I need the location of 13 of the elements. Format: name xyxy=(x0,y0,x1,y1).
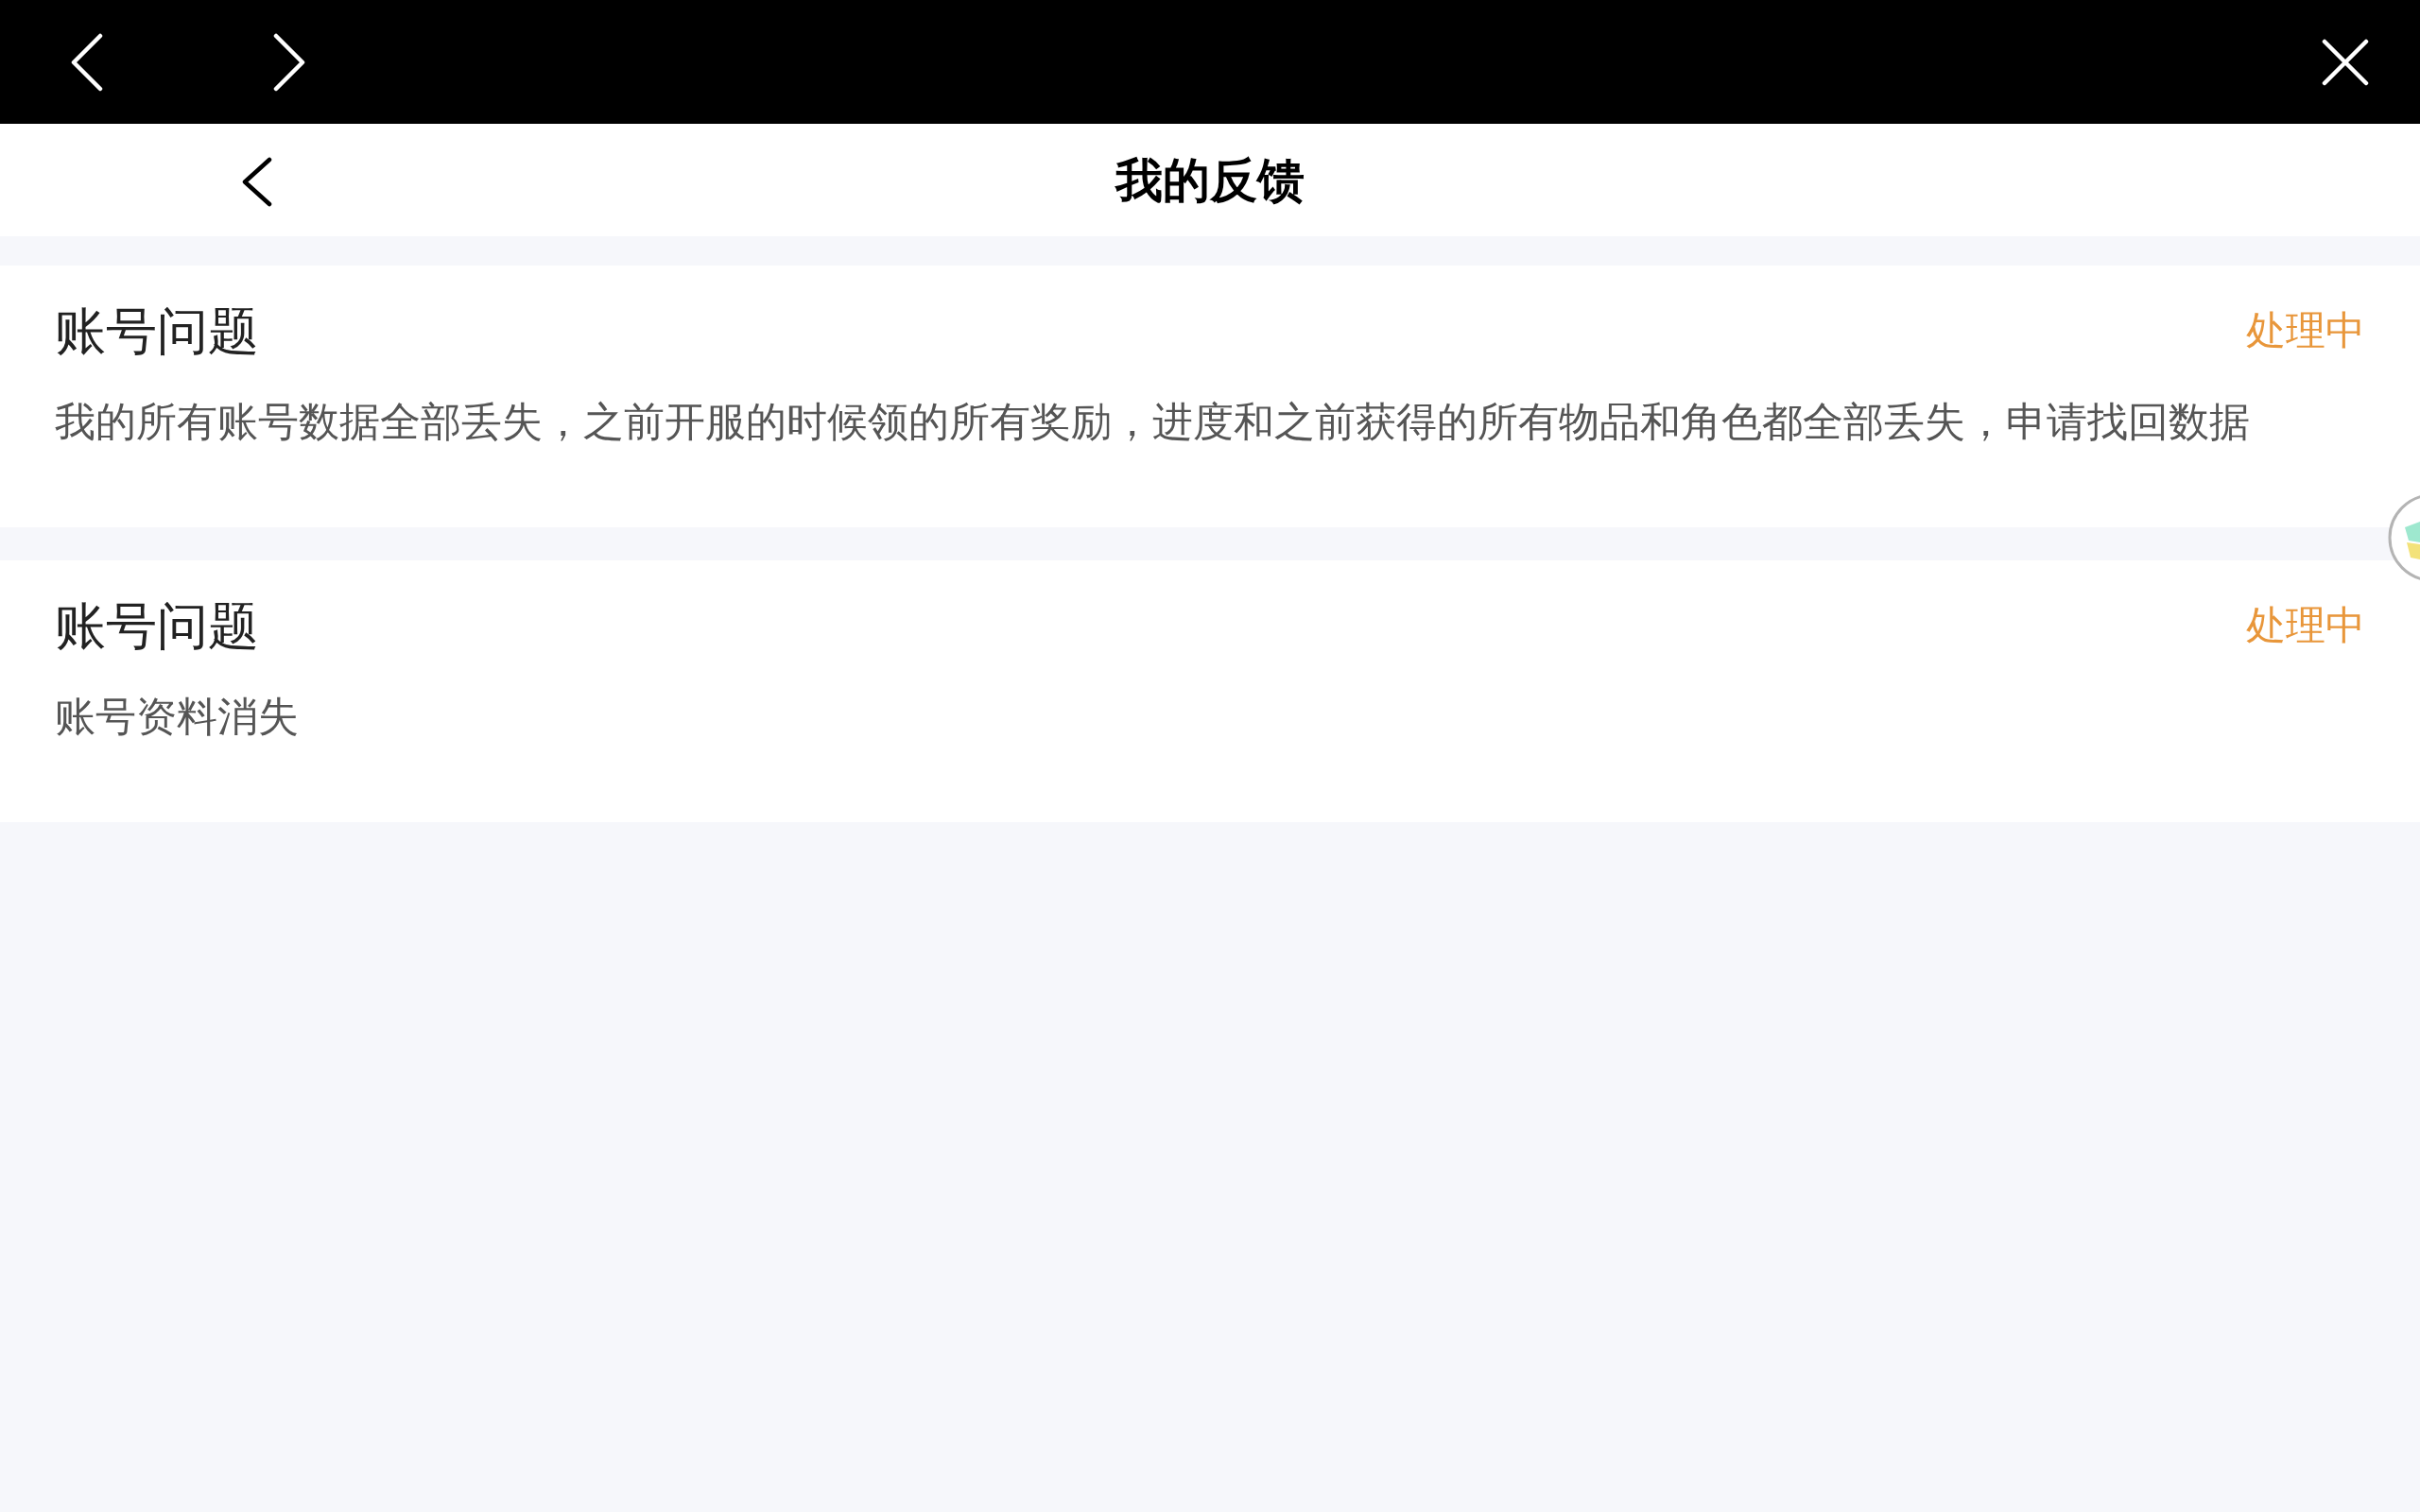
feedback-card[interactable]: 账号问题 处理中 账号资料消失 xyxy=(0,560,2420,822)
feedback-description: 账号资料消失 xyxy=(55,693,300,741)
close-icon xyxy=(2322,38,2369,86)
feedback-status: 处理中 xyxy=(2246,307,2365,354)
chevron-left-icon xyxy=(71,32,103,92)
page-title: 我的反馈 xyxy=(1115,152,1305,209)
feedback-status: 处理中 xyxy=(2246,602,2365,649)
feedback-card[interactable]: 账号问题 处理中 我的所有账号数据全部丢失，之前开服的时候领的所有奖励，进度和之前获得的所有物品和角色都全部丢失，申请找回数据 xyxy=(0,266,2420,527)
feedback-category: 账号问题 xyxy=(55,596,259,656)
feedback-category: 账号问题 xyxy=(55,301,259,361)
chevron-left-icon xyxy=(242,157,272,207)
feedback-description: 我的所有账号数据全部丢失，之前开服的时候领的所有奖励，进度和之前获得的所有物品和角色都全部丢失，申请找回数据 xyxy=(55,398,2251,446)
chevron-right-icon xyxy=(273,32,305,92)
